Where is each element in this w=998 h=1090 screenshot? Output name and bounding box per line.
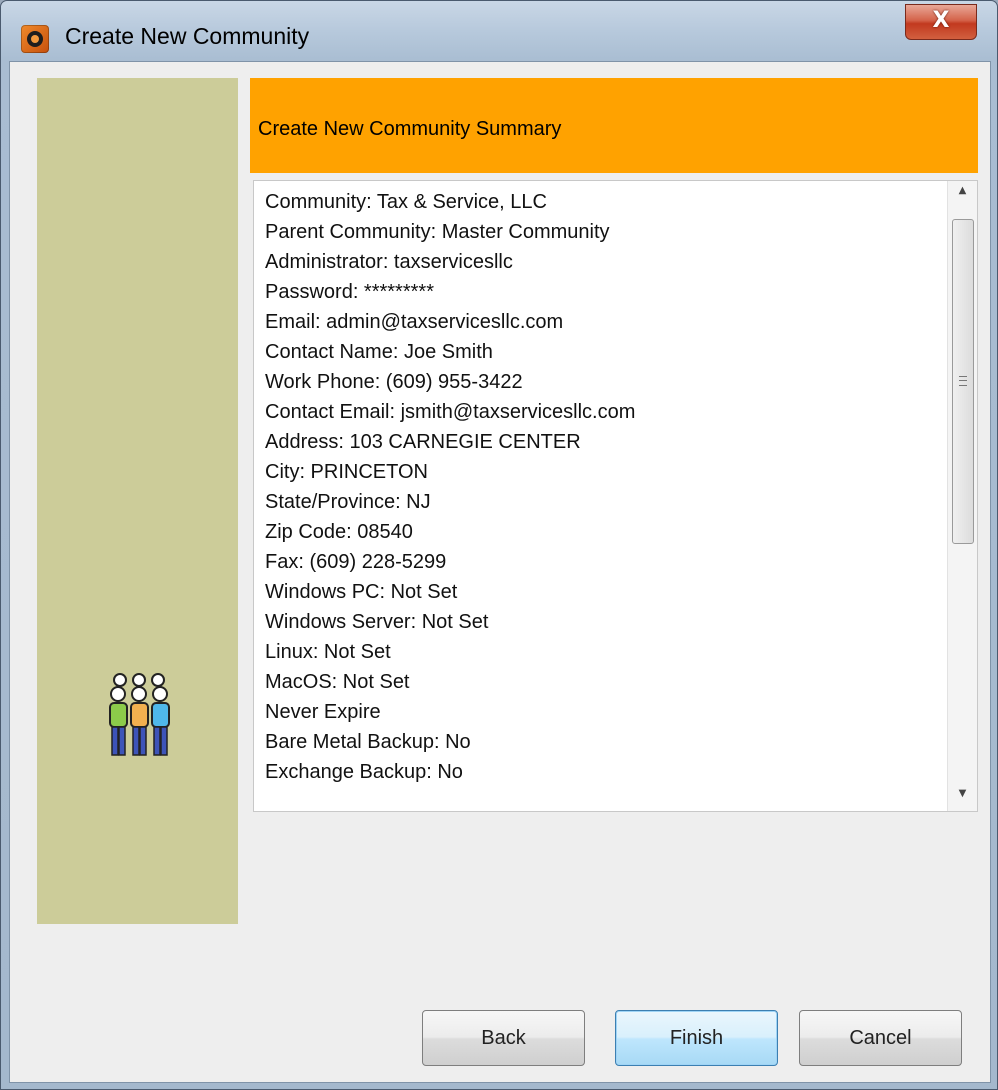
- summary-line: Contact Email: jsmith@taxservicesllc.com: [265, 401, 636, 423]
- close-icon: X: [932, 8, 950, 33]
- summary-line: Parent Community: Master Community: [265, 221, 610, 243]
- scroll-down-arrow-icon[interactable]: ▼: [948, 781, 977, 807]
- summary-line: Email: admin@taxservicesllc.com: [265, 311, 564, 333]
- summary-line: Password: *********: [265, 281, 434, 303]
- summary-line: Work Phone: (609) 955-3422: [265, 371, 523, 393]
- summary-line: Contact Name: Joe Smith: [265, 341, 493, 363]
- side-panel: [37, 78, 238, 924]
- summary-line: Linux: Not Set: [265, 641, 391, 663]
- summary-line: Fax: (609) 228-5299: [265, 551, 447, 573]
- summary-line: State/Province: NJ: [265, 491, 431, 513]
- summary-line: Community: Tax & Service, LLC: [265, 191, 547, 213]
- dialog-body: Create New Community Summary Community: …: [9, 61, 991, 1083]
- summary-line: Zip Code: 08540: [265, 521, 413, 543]
- community-people-icon: [109, 673, 170, 756]
- summary-line: Administrator: taxservicesllc: [265, 251, 513, 273]
- cancel-button[interactable]: Cancel: [799, 1010, 962, 1066]
- summary-line: Exchange Backup: No: [265, 761, 463, 783]
- summary-line: MacOS: Not Set: [265, 671, 410, 693]
- back-button[interactable]: Back: [422, 1010, 585, 1066]
- window-title: Create New Community: [65, 23, 310, 49]
- scroll-thumb[interactable]: [952, 219, 974, 544]
- summary-line: City: PRINCETON: [265, 461, 428, 483]
- summary-line: Address: 103 CARNEGIE CENTER: [265, 431, 581, 453]
- create-community-dialog: Create New Community X Create New Commun…: [0, 0, 998, 1090]
- summary-list: Community: Tax & Service, LLC Parent Comm…: [265, 187, 937, 787]
- finish-button[interactable]: Finish: [615, 1010, 778, 1066]
- app-logo-icon: [21, 25, 49, 53]
- summary-header: Create New Community Summary: [250, 78, 978, 173]
- summary-header-title: Create New Community Summary: [258, 118, 562, 140]
- close-button[interactable]: X: [905, 4, 977, 40]
- vertical-scrollbar[interactable]: ▲ ▼: [947, 181, 977, 811]
- scroll-up-arrow-icon[interactable]: ▲: [948, 185, 977, 211]
- summary-line: Windows PC: Not Set: [265, 581, 458, 603]
- summary-text-area[interactable]: Community: Tax & Service, LLC Parent Comm…: [253, 180, 978, 812]
- summary-line: Bare Metal Backup: No: [265, 731, 471, 753]
- summary-line: Never Expire: [265, 701, 381, 723]
- summary-line: Windows Server: Not Set: [265, 611, 489, 633]
